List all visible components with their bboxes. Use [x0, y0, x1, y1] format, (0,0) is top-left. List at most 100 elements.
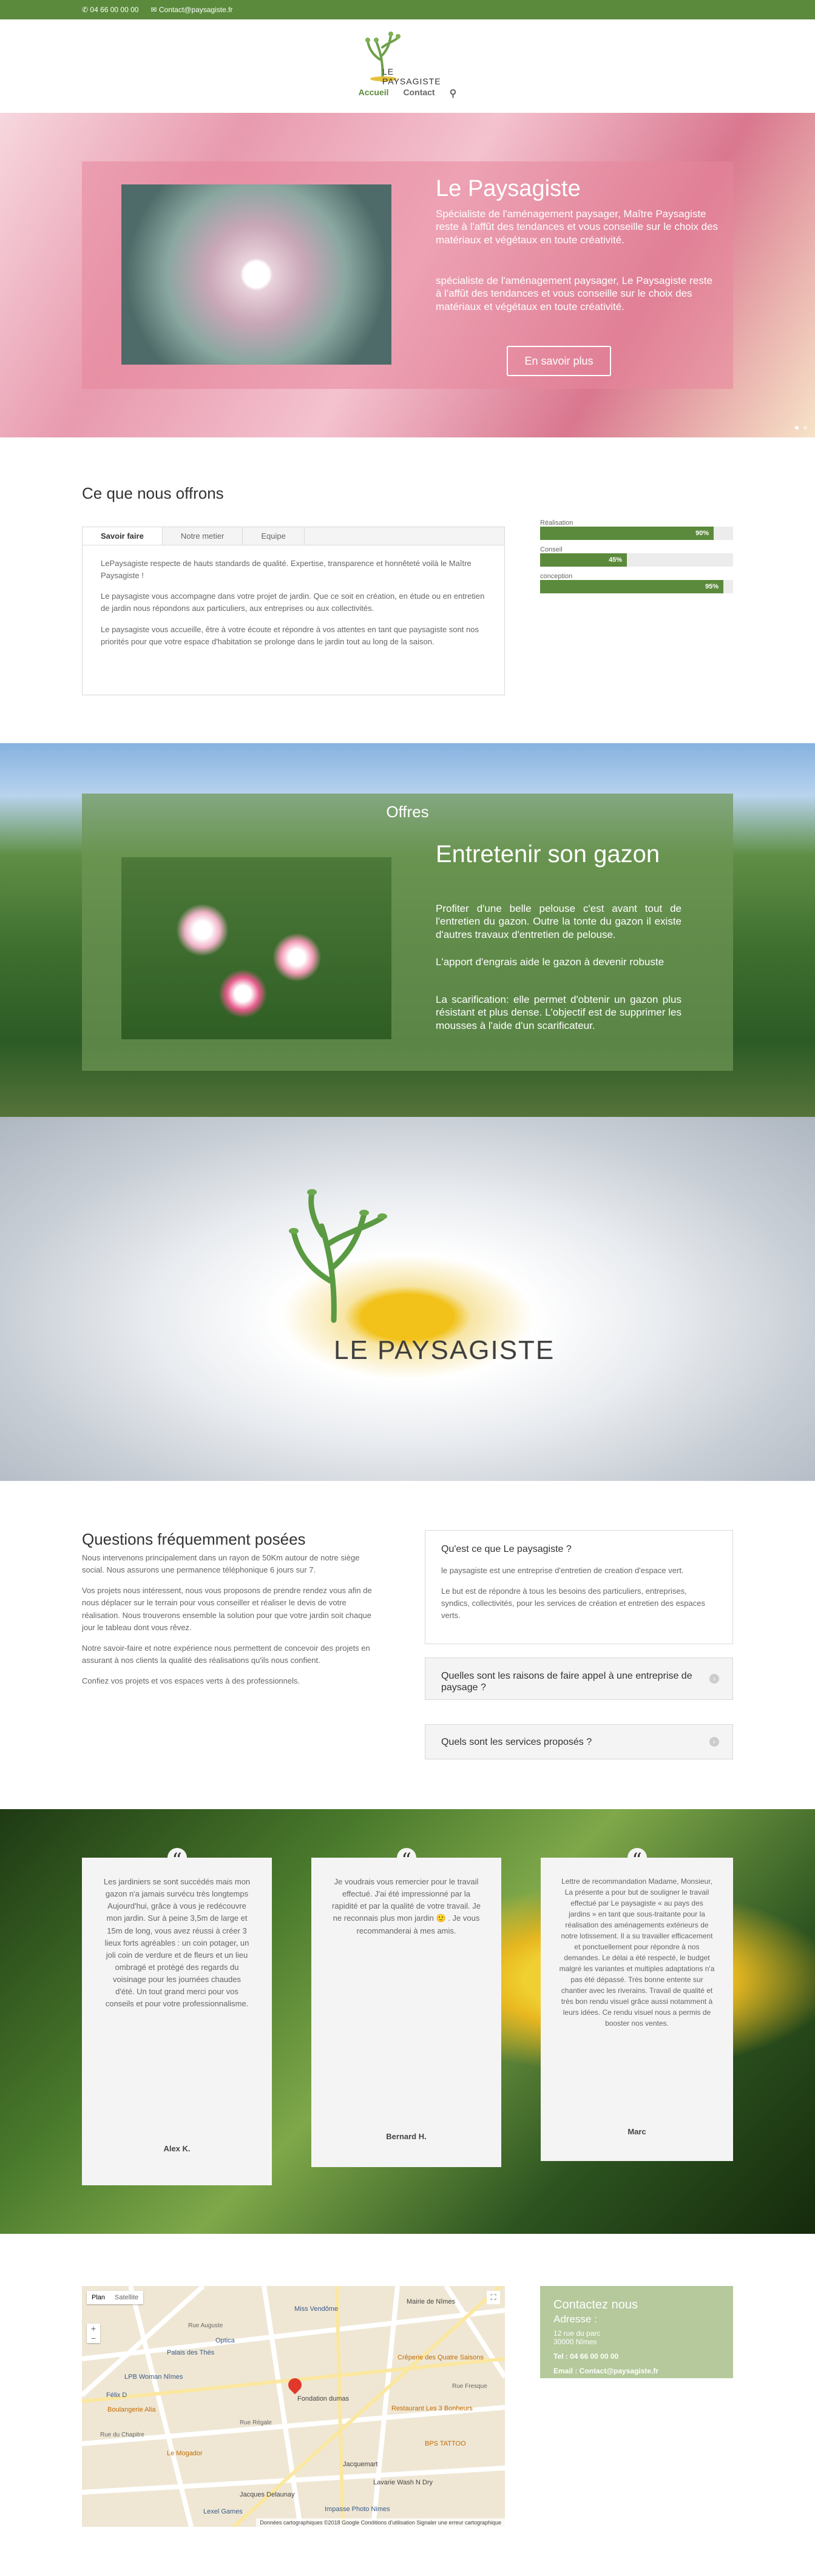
tab-savoir-faire[interactable]: Savoir faire: [83, 527, 163, 545]
map-widget[interactable]: Plan Satellite ⛶ + − Mairie de Nîmes Mis…: [82, 2286, 505, 2527]
map-place: Palais des Thés: [167, 2349, 215, 2356]
skill-fill: 45%: [540, 553, 627, 567]
map-place: Miss Vendôme: [294, 2305, 339, 2313]
skill-bars: Réalisation 90% Conseil 45% conception 9…: [540, 519, 733, 593]
hero-more-button[interactable]: En savoir plus: [507, 346, 611, 376]
skill-bar: Réalisation 90%: [540, 519, 733, 540]
skill-bar: Conseil 45%: [540, 546, 733, 567]
faq-intro: Nous intervenons principalement dans un …: [82, 1552, 376, 1687]
faq-item-closed[interactable]: Quelles sont les raisons de faire appel …: [425, 1657, 733, 1700]
map-place: Crêperie des Quatre Saisons: [397, 2354, 484, 2361]
site-header: LE PAYSAGISTE Accueil Contact ⚲: [0, 19, 815, 113]
faq-item-open[interactable]: Qu'est ce que Le paysagiste ? le paysagi…: [425, 1530, 733, 1644]
expand-icon[interactable]: ›: [709, 1674, 719, 1684]
offer-tabs: Savoir faire Notre metier Equipe LePaysa…: [82, 527, 505, 695]
nav-item-contact[interactable]: Contact: [403, 87, 435, 99]
logo-text: LE PAYSAGISTE: [382, 67, 441, 86]
hero-text-2: spécialiste de l'aménagement paysager, L…: [436, 275, 712, 312]
phone-number: 04 66 00 00 00: [90, 5, 139, 14]
hero-dot-2[interactable]: [803, 426, 807, 430]
skill-label: conception: [540, 573, 573, 580]
map-street: Rue Fresque: [452, 2383, 487, 2390]
skill-bar: conception 95%: [540, 573, 733, 593]
faq-title: Questions fréquemment posées: [82, 1530, 306, 1548]
offer-text-2: Le paysagiste vous accompagne dans votre…: [101, 592, 485, 613]
skill-fill: 90%: [540, 527, 714, 540]
search-icon[interactable]: ⚲: [450, 87, 457, 99]
faq-text-3: Notre savoir-faire et notre expérience n…: [82, 1643, 370, 1665]
tab-notre-metier[interactable]: Notre metier: [163, 527, 243, 545]
map-place: BPS TATTOO: [425, 2440, 466, 2447]
testimonial-author: Marc: [627, 2126, 646, 2136]
faq-question[interactable]: Qu'est ce que Le paysagiste ?: [441, 1544, 717, 1555]
testimonial-card: “ Je voudrais vous remercier pour le tra…: [311, 1848, 501, 2167]
faq-question: Quelles sont les raisons de faire appel …: [441, 1671, 692, 1693]
quote-icon: “: [167, 1848, 187, 1872]
faq-text-1: Nous intervenons principalement dans un …: [82, 1553, 360, 1575]
tab-row: Savoir faire Notre metier Equipe: [83, 527, 504, 545]
map-street: Rue Auguste: [188, 2322, 223, 2329]
faq-text-2: Vos projets nous intéressent, nous vous …: [82, 1586, 372, 1632]
email-address: Contact@paysagiste.fr: [158, 5, 233, 14]
offres-image: [121, 857, 391, 1039]
offer-text-1: LePaysagiste respecte de hauts standards…: [101, 559, 472, 581]
address-label: Adresse :: [553, 2313, 597, 2325]
offres-title: Offres: [386, 803, 429, 821]
expand-icon[interactable]: ›: [709, 1737, 719, 1747]
map-place: Boulangerie Alia: [107, 2406, 156, 2413]
hero-dot-1[interactable]: [795, 426, 799, 430]
address-line-2: 30000 Nîmes: [553, 2338, 597, 2346]
hero-title: Le Paysagiste: [436, 176, 581, 201]
offres-text-3: La scarification: elle permet d'obtenir …: [436, 994, 681, 1031]
map-place: Fondation dumas: [297, 2395, 349, 2402]
map-place: LPB Woman Nîmes: [124, 2373, 183, 2381]
main-nav: Accueil Contact ⚲: [0, 87, 815, 99]
offres-heading: Entretenir son gazon: [436, 841, 660, 868]
testimonial-text: Je voudrais vous remercier pour le trava…: [332, 1877, 481, 1935]
skill-label: Réalisation: [540, 519, 573, 527]
site-logo[interactable]: LE PAYSAGISTE: [358, 23, 455, 86]
faq-text-4: Confiez vos projets et vos espaces verts…: [82, 1676, 300, 1686]
tree-logo-icon: [289, 1189, 387, 1323]
top-bar: ✆ 04 66 00 00 00 ✉ Contact@paysagiste.fr: [0, 0, 815, 19]
map-place: Optica: [215, 2337, 235, 2344]
logo-banner: LE PAYSAGISTE: [0, 1117, 815, 1481]
map-street: Rue du Chapitre: [100, 2432, 144, 2438]
faq-question: Quels sont les services proposés ?: [441, 1737, 592, 1747]
testimonial-author: Bernard H.: [386, 2131, 427, 2141]
banner-logo-text: LE PAYSAGISTE: [334, 1335, 555, 1365]
testimonial-text: Lettre de recommandation Madame, Monsieu…: [559, 1877, 715, 2028]
phone-info[interactable]: ✆ 04 66 00 00 00: [82, 5, 138, 14]
testimonial-card: “ Les jardiniers se sont succédés mais m…: [82, 1848, 272, 2185]
contact-email[interactable]: Email : Contact@paysagiste.fr: [553, 2367, 720, 2375]
offres-section: Offres Entretenir son gazon Profiter d'u…: [0, 743, 815, 1117]
address-line-1: 12 rue du parc: [553, 2329, 601, 2338]
map-place: Jacquemart: [343, 2461, 378, 2468]
nav-item-accueil[interactable]: Accueil: [359, 87, 389, 99]
offer-title: Ce que nous offrons: [82, 484, 224, 502]
offer-text-3: Le paysagiste vous accueille, être à vot…: [101, 624, 479, 646]
tab-equipe[interactable]: Equipe: [243, 527, 305, 545]
offres-text-2: L'apport d'engrais aide le gazon à deven…: [436, 956, 665, 968]
map-place: Restaurant Les 3 Bonheurs: [391, 2405, 473, 2412]
map-place: Lexel Games: [203, 2508, 243, 2515]
skill-label: Conseil: [540, 546, 563, 553]
contact-phone[interactable]: Tel : 04 66 00 00 00: [553, 2352, 720, 2361]
map-footer[interactable]: Données cartographiques ©2018 Google Con…: [256, 2518, 505, 2527]
email-info[interactable]: ✉ Contact@paysagiste.fr: [150, 5, 232, 14]
testimonial-text: Les jardiniers se sont succédés mais mon…: [103, 1877, 251, 2009]
map-street: Rue Régale: [240, 2419, 272, 2426]
hero-section: Le Paysagiste Spécialiste de l'aménageme…: [0, 113, 815, 437]
map-place: Impasse Photo Nimes: [325, 2506, 390, 2513]
faq-item-closed[interactable]: Quels sont les services proposés ? ›: [425, 1724, 733, 1759]
map-place: Jacques Delaunay: [240, 2491, 295, 2498]
map-place: Félix D: [106, 2392, 127, 2399]
testimonial-card: “ Lettre de recommandation Madame, Monsi…: [541, 1848, 733, 2161]
hero-text-1: Spécialiste de l'aménagement paysager, M…: [436, 208, 719, 246]
faq-answer-2: Le but est de répondre à tous les besoin…: [441, 1586, 705, 1620]
contact-title: Contactez nous: [553, 2298, 638, 2311]
map-place: Lavarie Wash N Dry: [373, 2479, 433, 2486]
hero-image: [121, 184, 391, 365]
testimonials-section: “ Les jardiniers se sont succédés mais m…: [0, 1809, 815, 2234]
contact-box: Contactez nous Adresse : 12 rue du parc …: [540, 2286, 733, 2378]
